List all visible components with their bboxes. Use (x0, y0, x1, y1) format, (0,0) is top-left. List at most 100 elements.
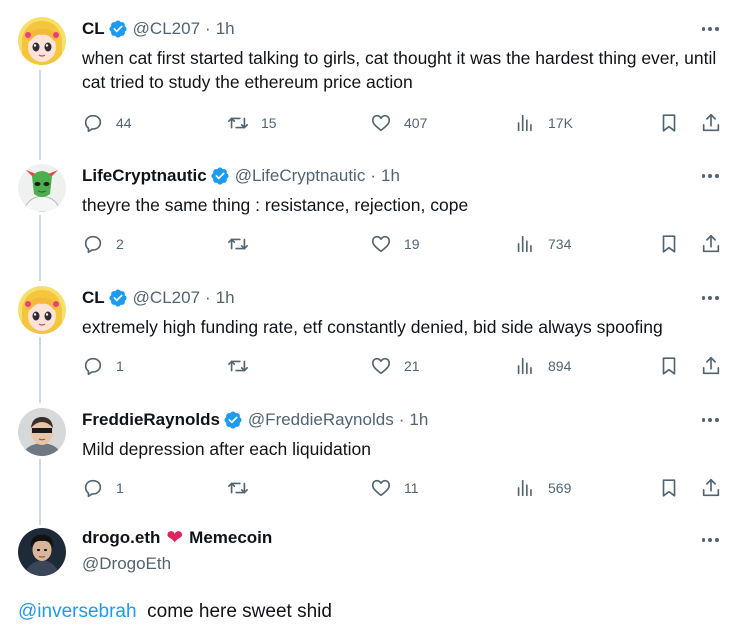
tweet-header: LifeCryptnautic @LifeCryptnautic · 1h (82, 164, 400, 188)
like-count: 407 (404, 115, 428, 131)
like-button[interactable]: 11 (370, 476, 419, 500)
action-bar: 1 11 569 (82, 476, 722, 500)
views-button[interactable]: 569 (514, 476, 571, 500)
reply-button[interactable]: 1 (82, 476, 124, 500)
timestamp[interactable]: 1h (216, 288, 235, 308)
share-icon (702, 356, 720, 375)
heart-icon (371, 114, 391, 132)
avatar[interactable] (18, 17, 66, 65)
reply-icon (84, 235, 102, 254)
retweet-button[interactable] (227, 476, 261, 500)
verified-badge-icon (109, 289, 127, 307)
tweet[interactable]: CL @CL207 · 1h when cat first started ta… (0, 17, 740, 137)
reply-icon (84, 357, 102, 376)
tweet[interactable]: FreddieRaynolds @FreddieRaynolds · 1h Mi… (0, 408, 740, 508)
avatar[interactable] (18, 528, 66, 576)
action-bar: 2 19 734 (82, 232, 722, 256)
like-button[interactable]: 407 (370, 111, 427, 135)
tweet[interactable]: CL @CL207 · 1h extremely high funding ra… (0, 286, 740, 386)
more-options-icon[interactable] (700, 19, 720, 39)
tweet-text: extremely high funding rate, etf constan… (82, 317, 663, 337)
user-handle[interactable]: @FreddieRaynolds (248, 410, 394, 430)
views-button[interactable]: 894 (514, 354, 571, 378)
view-count: 894 (548, 358, 572, 374)
display-name-part: Memecoin (189, 528, 273, 547)
verified-badge-icon (211, 167, 229, 185)
bookmark-button[interactable] (658, 111, 680, 135)
avatar[interactable] (18, 286, 66, 334)
avatar[interactable] (18, 408, 66, 456)
bookmark-icon (662, 479, 676, 497)
retweet-icon (228, 482, 248, 494)
share-button[interactable] (700, 476, 722, 500)
heart-icon (371, 479, 391, 497)
views-button[interactable]: 734 (514, 232, 571, 256)
reply-button[interactable]: 2 (82, 232, 124, 256)
tweet[interactable]: LifeCryptnautic @LifeCryptnautic · 1h th… (0, 164, 740, 264)
more-options-icon[interactable] (700, 410, 720, 430)
like-count: 11 (404, 480, 419, 496)
share-icon (702, 113, 720, 132)
tweet-text: come here sweet shid (147, 601, 332, 622)
reply-icon (84, 479, 102, 498)
retweet-count: 15 (261, 115, 277, 131)
user-handle[interactable]: @CL207 (133, 19, 200, 39)
reply-button[interactable]: 44 (82, 111, 132, 135)
separator: · (370, 166, 377, 185)
retweet-button[interactable]: 15 (227, 111, 277, 135)
heart-icon (371, 235, 391, 253)
like-count: 19 (404, 236, 420, 252)
retweet-button[interactable] (227, 354, 261, 378)
share-button[interactable] (700, 111, 722, 135)
timestamp[interactable]: 1h (216, 19, 235, 39)
tweet-text: Mild depression after each liquidation (82, 439, 371, 459)
action-bar: 1 21 894 (82, 354, 722, 378)
user-handle[interactable]: @LifeCryptnautic (235, 166, 366, 186)
user-handle[interactable]: @CL207 (133, 288, 200, 308)
more-options-icon[interactable] (700, 166, 720, 186)
heart-icon (371, 357, 391, 375)
reply-count: 1 (116, 480, 124, 496)
avatar[interactable] (18, 164, 66, 212)
verified-badge-icon (109, 20, 127, 38)
reply-count: 44 (116, 115, 132, 131)
like-button[interactable]: 19 (370, 232, 420, 256)
reply-button[interactable]: 1 (82, 354, 124, 378)
bookmark-button[interactable] (658, 232, 680, 256)
more-options-icon[interactable] (700, 288, 720, 308)
timestamp[interactable]: 1h (381, 166, 400, 186)
tweet-header: CL @CL207 · 1h (82, 17, 235, 41)
share-icon (702, 478, 720, 497)
share-button[interactable] (700, 232, 722, 256)
bookmark-button[interactable] (658, 354, 680, 378)
tweet-text: when cat first started talking to girls,… (82, 48, 717, 92)
views-button[interactable]: 17K (514, 111, 573, 135)
analytics-icon (517, 114, 532, 132)
analytics-icon (517, 479, 532, 497)
tweet-header: CL @CL207 · 1h (82, 286, 235, 310)
display-name[interactable]: CL (82, 288, 105, 308)
bookmark-button[interactable] (658, 476, 680, 500)
mention-link[interactable]: @inversebrah (18, 601, 137, 622)
share-button[interactable] (700, 354, 722, 378)
display-name[interactable]: drogo.eth ❤ Memecoin (82, 528, 272, 548)
timestamp[interactable]: 1h (409, 410, 428, 430)
like-button[interactable]: 21 (370, 354, 420, 378)
bookmark-icon (662, 235, 676, 253)
main-tweet[interactable]: drogo.eth ❤ Memecoin @DrogoEth (0, 528, 740, 588)
analytics-icon (517, 357, 532, 375)
more-options-icon[interactable] (700, 530, 720, 550)
retweet-icon (228, 117, 248, 129)
display-name-part: drogo.eth (82, 528, 161, 547)
share-icon (702, 234, 720, 253)
user-handle[interactable]: @DrogoEth (82, 554, 171, 574)
display-name[interactable]: CL (82, 19, 105, 39)
display-name[interactable]: LifeCryptnautic (82, 166, 207, 186)
tweet-text: theyre the same thing : resistance, reje… (82, 195, 469, 215)
retweet-button[interactable] (227, 232, 261, 256)
display-name[interactable]: FreddieRaynolds (82, 410, 220, 430)
view-count: 569 (548, 480, 572, 496)
separator: · (205, 288, 211, 307)
retweet-icon (228, 360, 248, 372)
reply-count: 2 (116, 236, 124, 252)
